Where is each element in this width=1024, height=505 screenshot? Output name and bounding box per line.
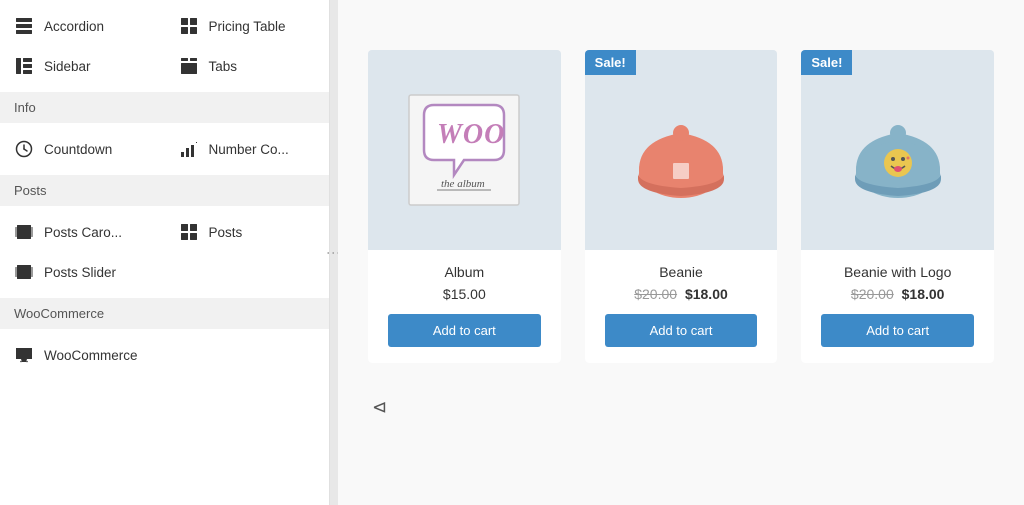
posts-slider-icon — [14, 262, 34, 282]
posts-label: Posts — [209, 225, 243, 240]
beanie-logo-original-price: $20.00 — [851, 286, 894, 302]
product-card-album: WOO the album Album $15.00 Add to cart — [368, 50, 561, 363]
tabs-label: Tabs — [209, 59, 238, 74]
resize-handle[interactable]: ⋮ — [330, 0, 338, 505]
countdown-label: Countdown — [44, 142, 112, 157]
pricing-table-icon — [179, 16, 199, 36]
product-price-beanie-logo: $20.00 $18.00 — [811, 286, 984, 302]
accordion-icon — [14, 16, 34, 36]
accordion-label: Accordion — [44, 19, 104, 34]
sidebar-item-woocommerce[interactable]: WooCommerce — [0, 335, 165, 375]
beanie-sale-price: $18.00 — [685, 286, 728, 302]
product-name-beanie: Beanie — [595, 264, 768, 280]
beanie-original-price: $20.00 — [634, 286, 677, 302]
pricing-table-label: Pricing Table — [209, 19, 286, 34]
svg-text:the album: the album — [441, 178, 485, 190]
pagination-first-button[interactable]: ⊲ — [368, 393, 391, 422]
product-card-beanie-logo: Sale! — [801, 50, 994, 363]
product-image-beanie-logo: Sale! — [801, 50, 994, 250]
pagination: ⊲ — [368, 393, 994, 422]
posts-icon — [179, 222, 199, 242]
product-info-beanie: Beanie $20.00 $18.00 Add to cart — [585, 250, 778, 363]
sidebar-section-header-posts: Posts — [0, 175, 329, 206]
sidebar-section-layout: Accordion Pricing Table — [0, 0, 329, 92]
sidebar-section-header-info: Info — [0, 92, 329, 123]
number-counter-label: Number Co... — [209, 142, 289, 157]
products-grid: WOO the album Album $15.00 Add to cart S… — [368, 50, 994, 363]
beanie-logo-sale-price: $18.00 — [902, 286, 945, 302]
product-card-beanie: Sale! Beanie $20.00 $18 — [585, 50, 778, 363]
add-to-cart-beanie-logo[interactable]: Add to cart — [821, 314, 974, 347]
sidebar-section-info: Countdown Number Co... — [0, 123, 329, 175]
sidebar-item-posts[interactable]: Posts — [165, 212, 330, 252]
sidebar-item-accordion[interactable]: Accordion — [0, 6, 165, 46]
add-to-cart-album[interactable]: Add to cart — [388, 314, 541, 347]
sidebar-item-posts-carousel[interactable]: Posts Caro... — [0, 212, 165, 252]
sidebar-item-sidebar[interactable]: Sidebar — [0, 46, 165, 86]
sidebar-item-tabs[interactable]: Tabs — [165, 46, 330, 86]
product-price-album: $15.00 — [378, 286, 551, 302]
posts-carousel-icon — [14, 222, 34, 242]
sale-badge-beanie: Sale! — [585, 50, 636, 75]
add-to-cart-beanie[interactable]: Add to cart — [605, 314, 758, 347]
sidebar: Accordion Pricing Table — [0, 0, 330, 505]
sidebar-icon — [14, 56, 34, 76]
sale-badge-beanie-logo: Sale! — [801, 50, 852, 75]
album-price: $15.00 — [443, 286, 486, 302]
tabs-icon — [179, 56, 199, 76]
sidebar-section-header-woocommerce: WooCommerce — [0, 298, 329, 329]
sidebar-label: Sidebar — [44, 59, 91, 74]
woocommerce-label: WooCommerce — [44, 348, 138, 363]
product-name-album: Album — [378, 264, 551, 280]
posts-carousel-label: Posts Caro... — [44, 225, 122, 240]
product-price-beanie: $20.00 $18.00 — [595, 286, 768, 302]
main-content: WOO the album Album $15.00 Add to cart S… — [338, 0, 1024, 505]
sidebar-section-woocommerce: WooCommerce — [0, 329, 329, 381]
sidebar-item-countdown[interactable]: Countdown — [0, 129, 165, 169]
sidebar-item-pricing-table[interactable]: Pricing Table — [165, 6, 330, 46]
number-counter-icon — [179, 139, 199, 159]
sidebar-item-number-counter[interactable]: Number Co... — [165, 129, 330, 169]
product-info-beanie-logo: Beanie with Logo $20.00 $18.00 Add to ca… — [801, 250, 994, 363]
svg-text:WOO: WOO — [437, 119, 505, 150]
product-image-beanie: Sale! — [585, 50, 778, 250]
product-image-album: WOO the album — [368, 50, 561, 250]
product-info-album: Album $15.00 Add to cart — [368, 250, 561, 363]
sidebar-section-posts: Posts Caro... Posts Posts S — [0, 206, 329, 298]
sidebar-item-posts-slider[interactable]: Posts Slider — [0, 252, 165, 292]
woocommerce-icon — [14, 345, 34, 365]
posts-slider-label: Posts Slider — [44, 265, 116, 280]
product-name-beanie-logo: Beanie with Logo — [811, 264, 984, 280]
countdown-icon — [14, 139, 34, 159]
